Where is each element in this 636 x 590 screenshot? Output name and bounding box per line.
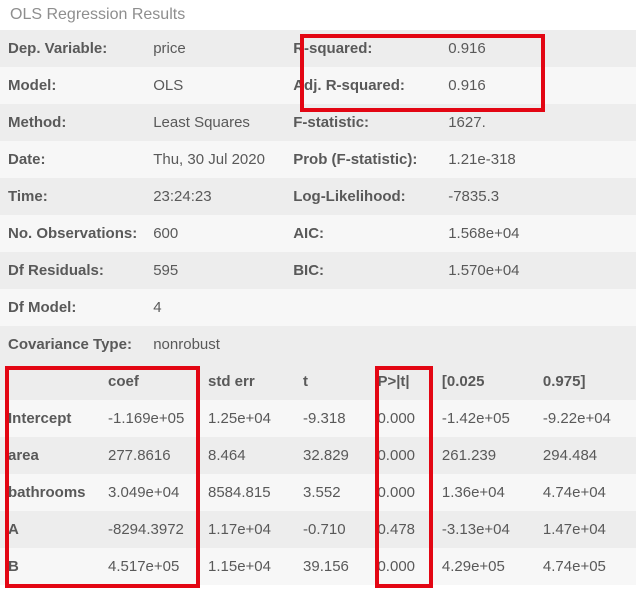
summary-label: F-statistic: [285, 104, 440, 141]
summary-label: Log-Likelihood: [285, 178, 440, 215]
summary-row: Dep. Variable:priceR-squared:0.916 [0, 30, 636, 67]
coef-header [0, 363, 100, 400]
coef-name: Intercept [0, 400, 100, 437]
summary-row: No. Observations:600AIC:1.568e+04 [0, 215, 636, 252]
summary-label: Prob (F-statistic): [285, 141, 440, 178]
coef-value: 4.517e+05 [100, 548, 200, 585]
summary-label: Method: [0, 104, 145, 141]
summary-value: 1.570e+04 [440, 252, 636, 289]
coef-ci-high: 294.484 [535, 437, 636, 474]
coef-stderr: 1.17e+04 [200, 511, 295, 548]
coef-value: 3.049e+04 [100, 474, 200, 511]
coef-p: 0.000 [369, 437, 433, 474]
coef-t: 39.156 [295, 548, 369, 585]
summary-label: Dep. Variable: [0, 30, 145, 67]
coef-name: B [0, 548, 100, 585]
coef-header: [0.025 [434, 363, 535, 400]
summary-value: 1.568e+04 [440, 215, 636, 252]
coef-header: coef [100, 363, 200, 400]
summary-value: 4 [145, 289, 285, 326]
summary-value: 600 [145, 215, 285, 252]
summary-value: nonrobust [145, 326, 285, 363]
coef-header: std err [200, 363, 295, 400]
summary-table: Dep. Variable:priceR-squared:0.916Model:… [0, 30, 636, 363]
summary-value: price [145, 30, 285, 67]
coef-ci-high: 4.74e+04 [535, 474, 636, 511]
coef-t: -0.710 [295, 511, 369, 548]
coef-t: -9.318 [295, 400, 369, 437]
coef-stderr: 8.464 [200, 437, 295, 474]
summary-value: OLS [145, 67, 285, 104]
coef-value: -8294.3972 [100, 511, 200, 548]
coefficients-table: coefstd errtP>|t|[0.0250.975] Intercept-… [0, 363, 636, 585]
coef-ci-high: 4.74e+05 [535, 548, 636, 585]
coef-p: 0.000 [369, 548, 433, 585]
summary-value: -7835.3 [440, 178, 636, 215]
coef-row: B4.517e+051.15e+0439.1560.0004.29e+054.7… [0, 548, 636, 585]
coef-ci-high: -9.22e+04 [535, 400, 636, 437]
coef-name: bathrooms [0, 474, 100, 511]
summary-row: Date:Thu, 30 Jul 2020Prob (F-statistic):… [0, 141, 636, 178]
summary-label: Df Model: [0, 289, 145, 326]
coef-ci-low: 261.239 [434, 437, 535, 474]
summary-label: R-squared: [285, 30, 440, 67]
coef-t: 32.829 [295, 437, 369, 474]
summary-label: No. Observations: [0, 215, 145, 252]
summary-row: Df Residuals:595BIC:1.570e+04 [0, 252, 636, 289]
summary-label: AIC: [285, 215, 440, 252]
summary-value: 23:24:23 [145, 178, 285, 215]
summary-value [440, 326, 636, 363]
coef-row: area277.86168.46432.8290.000261.239294.4… [0, 437, 636, 474]
summary-row: Method:Least SquaresF-statistic:1627. [0, 104, 636, 141]
coef-header: 0.975] [535, 363, 636, 400]
coef-row: Intercept-1.169e+051.25e+04-9.3180.000-1… [0, 400, 636, 437]
summary-value: Thu, 30 Jul 2020 [145, 141, 285, 178]
coef-ci-high: 1.47e+04 [535, 511, 636, 548]
summary-row: Model:OLSAdj. R-squared:0.916 [0, 67, 636, 104]
coef-p: 0.000 [369, 400, 433, 437]
coef-ci-low: -1.42e+05 [434, 400, 535, 437]
summary-label [285, 289, 440, 326]
summary-label [285, 326, 440, 363]
summary-label: BIC: [285, 252, 440, 289]
coef-row: A-8294.39721.17e+04-0.7100.478-3.13e+041… [0, 511, 636, 548]
summary-value [440, 289, 636, 326]
summary-label: Time: [0, 178, 145, 215]
summary-value: 0.916 [440, 67, 636, 104]
summary-value: 0.916 [440, 30, 636, 67]
summary-value: 1.21e-318 [440, 141, 636, 178]
coef-header: P>|t| [369, 363, 433, 400]
coef-row: bathrooms3.049e+048584.8153.5520.0001.36… [0, 474, 636, 511]
page-title: OLS Regression Results [0, 0, 636, 30]
coef-stderr: 1.15e+04 [200, 548, 295, 585]
coef-stderr: 1.25e+04 [200, 400, 295, 437]
summary-row: Time:23:24:23Log-Likelihood:-7835.3 [0, 178, 636, 215]
coef-name: area [0, 437, 100, 474]
coef-t: 3.552 [295, 474, 369, 511]
coef-p: 0.478 [369, 511, 433, 548]
summary-label: Model: [0, 67, 145, 104]
coef-value: -1.169e+05 [100, 400, 200, 437]
summary-value: 1627. [440, 104, 636, 141]
coef-ci-low: -3.13e+04 [434, 511, 535, 548]
coef-ci-low: 4.29e+05 [434, 548, 535, 585]
summary-value: Least Squares [145, 104, 285, 141]
summary-value: 595 [145, 252, 285, 289]
coef-p: 0.000 [369, 474, 433, 511]
coef-name: A [0, 511, 100, 548]
summary-label: Adj. R-squared: [285, 67, 440, 104]
coef-stderr: 8584.815 [200, 474, 295, 511]
coef-header: t [295, 363, 369, 400]
coef-ci-low: 1.36e+04 [434, 474, 535, 511]
summary-label: Df Residuals: [0, 252, 145, 289]
summary-row: Covariance Type:nonrobust [0, 326, 636, 363]
summary-label: Date: [0, 141, 145, 178]
summary-label: Covariance Type: [0, 326, 145, 363]
summary-row: Df Model:4 [0, 289, 636, 326]
coef-value: 277.8616 [100, 437, 200, 474]
